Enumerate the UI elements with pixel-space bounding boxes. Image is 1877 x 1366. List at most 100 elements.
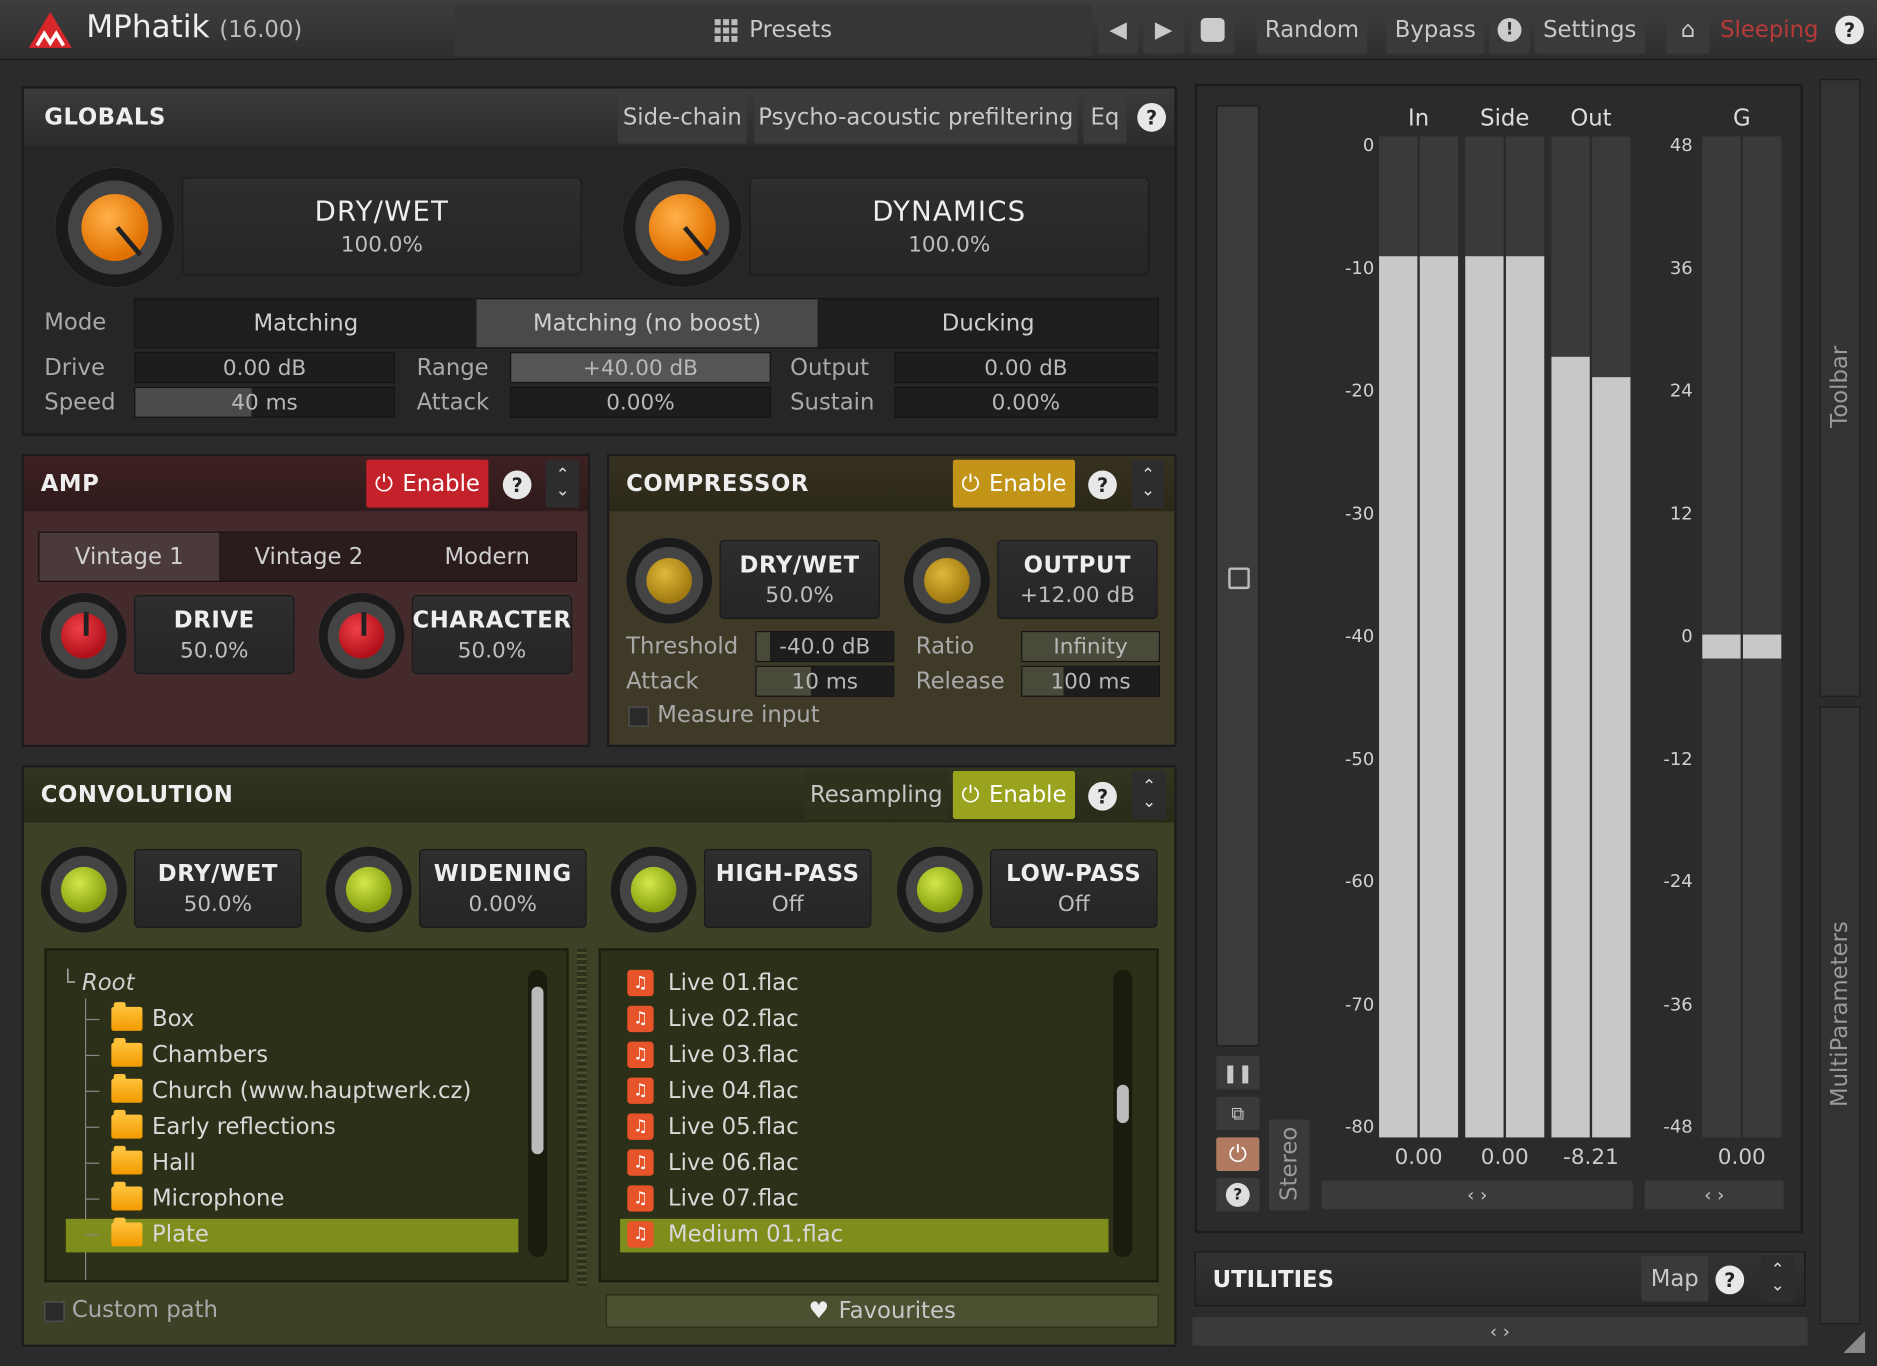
- high-pass-display[interactable]: HIGH-PASS Off: [703, 848, 872, 928]
- bypass-button[interactable]: Bypass: [1386, 5, 1485, 54]
- file-item[interactable]: ♫ Live 04.flac: [627, 1077, 799, 1104]
- tree-folder-church[interactable]: Church (www.hauptwerk.cz): [84, 1073, 471, 1104]
- file-item[interactable]: ♫ Live 06.flac: [627, 1149, 799, 1176]
- amp-mode-modern[interactable]: Modern: [399, 533, 576, 581]
- amp-character-display[interactable]: CHARACTER 50.0%: [411, 595, 573, 675]
- convolution-enable-button[interactable]: ⏻ Enable: [952, 771, 1075, 819]
- release-field[interactable]: 100 ms: [1021, 665, 1160, 697]
- measure-input-checkbox[interactable]: [628, 706, 649, 727]
- compressor-help-icon[interactable]: ?: [1088, 470, 1117, 500]
- folder-tree[interactable]: └ Root Box Chambers Church (www.hauptwerk…: [44, 948, 569, 1283]
- home-icon[interactable]: ⌂: [1666, 5, 1710, 54]
- convolution-help-icon[interactable]: ?: [1088, 781, 1117, 811]
- range-field[interactable]: +40.00 dB: [509, 352, 771, 384]
- file-item-selected[interactable]: ♫ Medium 01.flac: [627, 1221, 843, 1248]
- convolution-collapse-arrows[interactable]: ⌃ ⌄: [1132, 771, 1166, 819]
- file-item[interactable]: ♫ Live 02.flac: [627, 1005, 799, 1033]
- conv-dry-wet-knob[interactable]: [40, 846, 127, 933]
- favourites-button[interactable]: ♥ Favourites: [605, 1294, 1159, 1328]
- utilities-expand-arrows[interactable]: ‹ ›: [1192, 1317, 1808, 1346]
- prev-preset-button[interactable]: ◀: [1097, 5, 1139, 54]
- random-button[interactable]: Random: [1256, 5, 1368, 54]
- amp-mode-vintage1[interactable]: Vintage 1: [39, 532, 220, 581]
- custom-path-checkbox[interactable]: [44, 1301, 65, 1322]
- next-preset-button[interactable]: ▶: [1143, 5, 1184, 54]
- tree-folder-hall[interactable]: Hall: [84, 1145, 196, 1176]
- conv-dry-wet-display[interactable]: DRY/WET 50.0%: [134, 848, 302, 928]
- tree-folder-microphone[interactable]: Microphone: [84, 1181, 284, 1212]
- amp-drive-display[interactable]: DRIVE 50.0%: [134, 595, 295, 675]
- mode-matching[interactable]: Matching: [135, 299, 476, 347]
- widening-knob[interactable]: [325, 846, 412, 933]
- help-icon[interactable]: ?: [1835, 15, 1864, 45]
- comp-dry-wet-display[interactable]: DRY/WET 50.0%: [719, 539, 880, 620]
- utilities-collapse-arrows[interactable]: ⌃ ⌄: [1760, 1254, 1795, 1303]
- tab-eq[interactable]: Eq: [1083, 90, 1127, 144]
- low-pass-display[interactable]: LOW-PASS Off: [990, 848, 1158, 928]
- output-field[interactable]: 0.00 dB: [894, 352, 1158, 384]
- dice-icon[interactable]: [1191, 5, 1235, 54]
- file-list[interactable]: ♫ Live 01.flac ♫ Live 02.flac ♫ Live 03.fla…: [598, 948, 1159, 1283]
- amp-help-icon[interactable]: ?: [502, 470, 532, 500]
- mode-matching-no-boost[interactable]: Matching (no boost): [476, 299, 818, 348]
- globals-help-icon[interactable]: ?: [1137, 102, 1166, 132]
- attack-field[interactable]: 0.00%: [509, 386, 771, 418]
- gain-range-arrows[interactable]: ‹ ›: [1644, 1180, 1784, 1210]
- comp-output-value: +12.00 dB: [1019, 582, 1135, 608]
- pause-icon[interactable]: ❚❚: [1216, 1056, 1260, 1090]
- amp-collapse-arrows[interactable]: ⌃ ⌄: [545, 459, 580, 508]
- panic-icon[interactable]: !: [1489, 5, 1530, 54]
- dry-wet-display[interactable]: DRY/WET 100.0%: [181, 177, 582, 276]
- tab-side-chain[interactable]: Side-chain: [617, 90, 747, 144]
- compressor-enable-button[interactable]: ⏻ Enable: [952, 459, 1075, 508]
- amp-character-value: 50.0%: [457, 637, 527, 663]
- widening-display[interactable]: WIDENING 0.00%: [418, 848, 587, 928]
- high-pass-knob[interactable]: [610, 846, 697, 933]
- meter-view-icon[interactable]: [1228, 567, 1250, 590]
- threshold-field[interactable]: -40.0 dB: [755, 630, 895, 663]
- file-scrollbar[interactable]: [1113, 969, 1133, 1258]
- tree-folder-box[interactable]: Box: [84, 1002, 194, 1032]
- presets-button[interactable]: Presets: [454, 3, 1092, 57]
- amp-character-knob[interactable]: [318, 592, 405, 679]
- mode-ducking[interactable]: Ducking: [818, 299, 1159, 347]
- comp-output-display[interactable]: OUTPUT +12.00 dB: [997, 539, 1158, 620]
- amp-enable-button[interactable]: ⏻ Enable: [366, 459, 489, 508]
- tree-scrollbar[interactable]: [527, 969, 548, 1258]
- amp-drive-knob[interactable]: [40, 592, 127, 679]
- ratio-field[interactable]: Infinity: [1021, 630, 1160, 663]
- folder-icon: [111, 1181, 143, 1211]
- tab-psycho-acoustic[interactable]: Psycho-acoustic prefiltering: [754, 90, 1078, 144]
- compressor-collapse-arrows[interactable]: ⌃ ⌄: [1131, 459, 1165, 508]
- power-meter-icon[interactable]: ⏻: [1216, 1137, 1260, 1171]
- tree-folder-chambers[interactable]: Chambers: [84, 1038, 268, 1068]
- file-item[interactable]: ♫ Live 03.flac: [627, 1041, 799, 1068]
- dynamics-display[interactable]: DYNAMICS 100.0%: [749, 177, 1150, 276]
- logo-icon[interactable]: [26, 10, 74, 51]
- low-pass-knob[interactable]: [896, 846, 983, 933]
- file-item[interactable]: ♫ Live 05.flac: [627, 1113, 799, 1140]
- file-item[interactable]: ♫ Live 07.flac: [627, 1185, 799, 1212]
- resampling-button[interactable]: Resampling: [804, 771, 949, 819]
- utilities-help-icon[interactable]: ?: [1715, 1265, 1745, 1295]
- splitter[interactable]: [577, 948, 587, 1286]
- dry-wet-knob[interactable]: [55, 167, 175, 288]
- amp-mode-vintage2[interactable]: Vintage 2: [219, 533, 399, 581]
- meter-range-arrows[interactable]: ‹ ›: [1321, 1180, 1633, 1210]
- dynamics-knob[interactable]: [622, 167, 743, 288]
- comp-dry-wet-knob[interactable]: [626, 537, 713, 624]
- speed-field[interactable]: 40 ms: [134, 386, 396, 418]
- resize-icon[interactable]: ⧉: [1216, 1096, 1260, 1131]
- file-item[interactable]: ♫ Live 01.flac: [627, 969, 799, 997]
- tree-root[interactable]: └ Root: [61, 970, 134, 996]
- tree-folder-early-reflections[interactable]: Early reflections: [84, 1109, 336, 1140]
- comp-attack-field[interactable]: 10 ms: [755, 665, 895, 697]
- meter-help-icon[interactable]: ?: [1216, 1178, 1260, 1212]
- tree-folder-plate[interactable]: Plate: [84, 1217, 209, 1248]
- map-button[interactable]: Map: [1641, 1255, 1709, 1302]
- drive-field[interactable]: 0.00 dB: [134, 352, 396, 384]
- comp-output-knob[interactable]: [903, 537, 991, 624]
- settings-button[interactable]: Settings: [1534, 5, 1645, 54]
- sustain-field[interactable]: 0.00%: [894, 386, 1158, 418]
- resize-grip-icon[interactable]: [1843, 1331, 1866, 1353]
